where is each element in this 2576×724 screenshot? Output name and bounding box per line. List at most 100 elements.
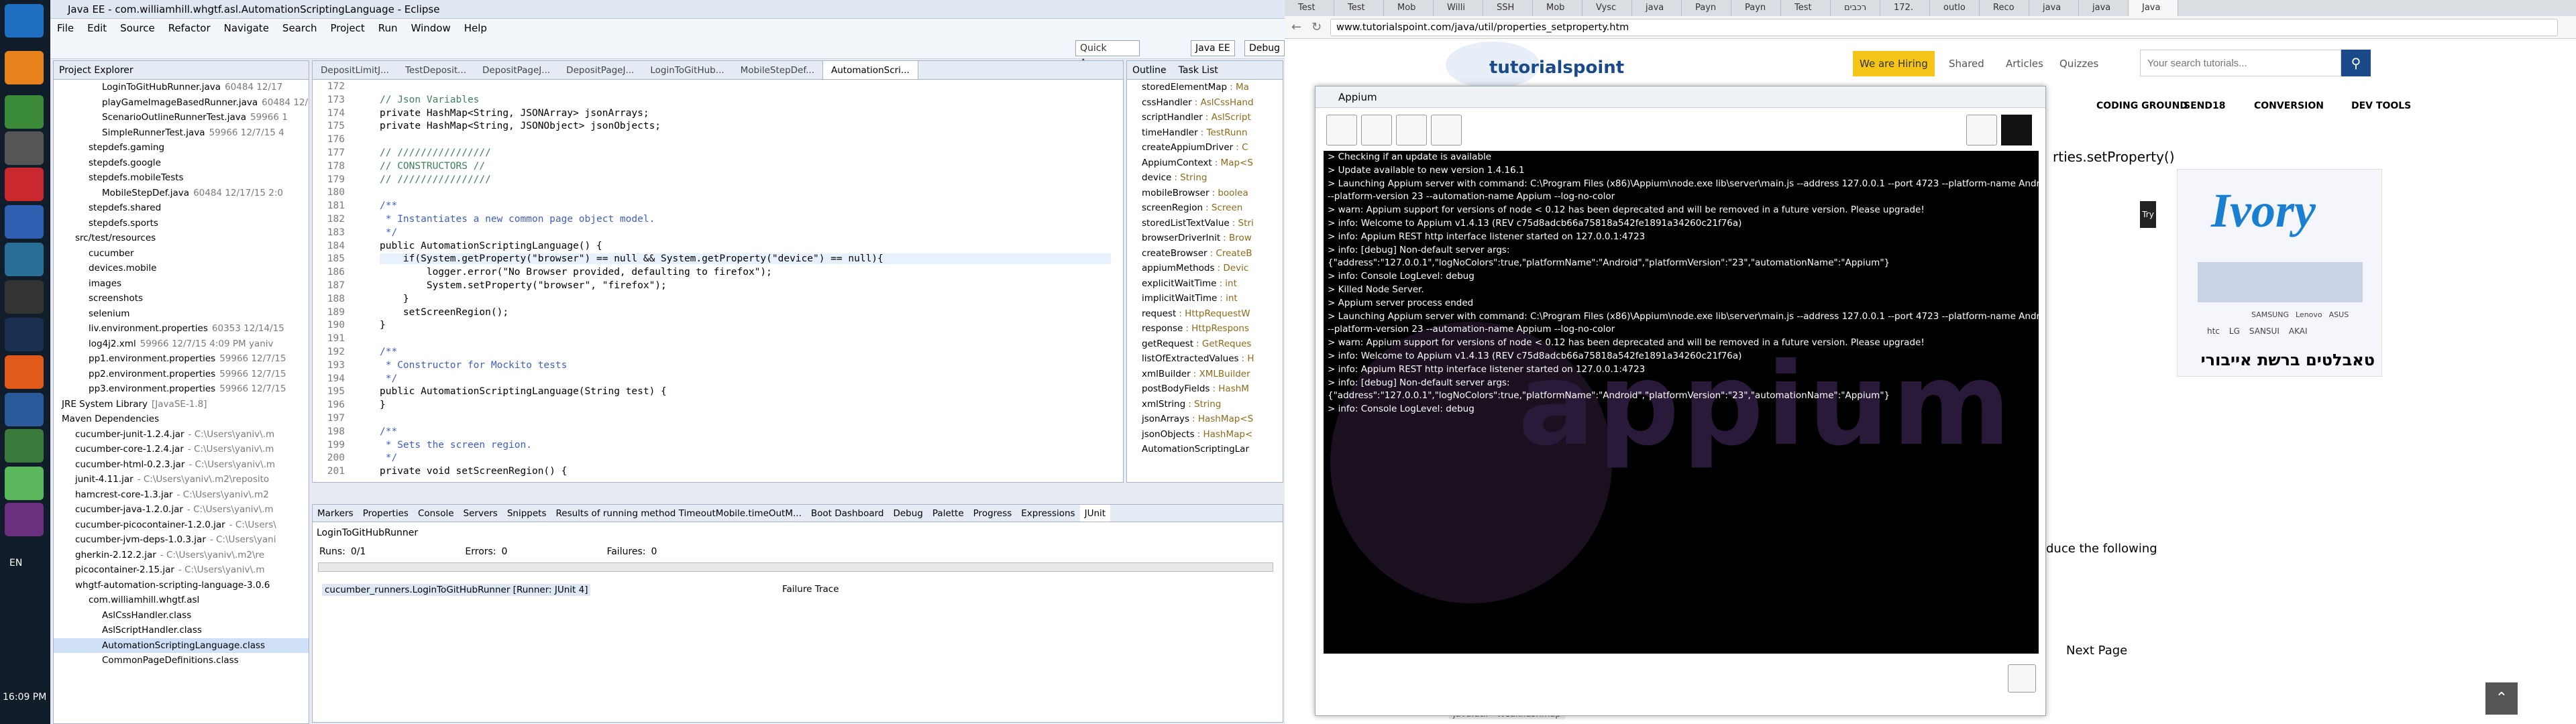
- outline-item[interactable]: device: String: [1127, 170, 1283, 186]
- tool-icon[interactable]: [5, 131, 44, 165]
- outline-item[interactable]: AppiumContext: Map<S: [1127, 156, 1283, 171]
- stop-icon[interactable]: [2001, 115, 2032, 145]
- browser-tab[interactable]: java: [2079, 0, 2129, 16]
- editor-tab[interactable]: DepositLimitJ...: [313, 61, 397, 79]
- site-logo[interactable]: tutorialspoint: [1489, 58, 1624, 78]
- tree-item[interactable]: ScenarioOutlineRunnerTest.java 59966 1: [54, 110, 309, 125]
- tree-item[interactable]: SimpleRunnerTest.java 59966 12/7/15 4: [54, 125, 309, 141]
- tree-item[interactable]: stepdefs.shared: [54, 200, 309, 216]
- editor-tab-active[interactable]: AutomationScri...: [822, 61, 918, 79]
- bottom-tab[interactable]: Boot Dashboard: [806, 505, 889, 522]
- tree-item[interactable]: screenshots: [54, 291, 309, 306]
- url-input[interactable]: www.tutorialspoint.com/java/util/propert…: [1330, 19, 2558, 36]
- junit-test-item[interactable]: cucumber_runners.LoginToGitHubRunner [Ru…: [322, 584, 591, 596]
- menu-file[interactable]: File: [57, 19, 74, 38]
- tree-item[interactable]: Maven Dependencies: [54, 412, 309, 427]
- editor-tab[interactable]: DepositPageJ...: [558, 61, 642, 79]
- browser-tab[interactable]: Reco: [1980, 0, 2029, 16]
- bottom-tab[interactable]: Markers: [313, 505, 358, 522]
- menu-navigate[interactable]: Navigate: [224, 19, 269, 38]
- menu-source[interactable]: Source: [120, 19, 155, 38]
- appium-icon[interactable]: [5, 503, 44, 536]
- menu-edit[interactable]: Edit: [87, 19, 107, 38]
- download-icon[interactable]: [5, 429, 44, 463]
- tree-item[interactable]: selenium: [54, 306, 309, 322]
- bottom-tab[interactable]: Palette: [928, 505, 969, 522]
- browser-tab[interactable]: java: [1632, 0, 1682, 16]
- help-icon[interactable]: [1431, 115, 1462, 145]
- outline-item[interactable]: response: HttpRespons: [1127, 321, 1283, 337]
- perspective-debug[interactable]: Debug: [1244, 40, 1285, 56]
- outline-item[interactable]: implicitWaitTime: int: [1127, 291, 1283, 306]
- tab-task-list[interactable]: Task List: [1179, 61, 1218, 79]
- db-icon[interactable]: [5, 243, 44, 276]
- outline-item[interactable]: createBrowser: CreateB: [1127, 246, 1283, 261]
- outline-item[interactable]: appiumMethods: Devic: [1127, 261, 1283, 276]
- gear-icon[interactable]: [1361, 115, 1392, 145]
- code-area[interactable]: 172 173 // Json Variables 174 private HashMa…: [313, 81, 1111, 482]
- tree-item[interactable]: stepdefs.google: [54, 156, 309, 171]
- outline-item[interactable]: mobileBrowser: boolea: [1127, 186, 1283, 201]
- tree-item[interactable]: MobileStepDef.java 60484 12/17/15 2:0: [54, 186, 309, 201]
- user-icon[interactable]: [1396, 115, 1427, 145]
- scroll-top-icon[interactable]: ⌃: [2485, 682, 2518, 715]
- vs-icon[interactable]: [5, 168, 44, 201]
- shared-link[interactable]: Shared: [1949, 58, 1984, 70]
- outline-item[interactable]: AutomationScriptingLar: [1127, 442, 1283, 457]
- tree-item[interactable]: src/test/resources: [54, 231, 309, 246]
- tree-item[interactable]: cucumber-html-0.2.3.jar - C:\Users\yaniv\…: [54, 457, 309, 473]
- menu-project[interactable]: Project: [330, 19, 364, 38]
- tab-outline[interactable]: Outline: [1132, 61, 1167, 79]
- tree-item[interactable]: cucumber: [54, 246, 309, 261]
- bottom-tab[interactable]: Properties: [358, 505, 413, 522]
- nav-send18[interactable]: SEND18: [2184, 101, 2225, 111]
- trash-icon[interactable]: [2008, 664, 2036, 692]
- tree-item[interactable]: stepdefs.gaming: [54, 140, 309, 156]
- bottom-tab[interactable]: Expressions: [1016, 505, 1079, 522]
- android-icon[interactable]: [5, 467, 44, 500]
- outline-item[interactable]: storedListTextValue: Stri: [1127, 216, 1283, 231]
- outline-item[interactable]: jsonArrays: HashMap<S: [1127, 412, 1283, 427]
- tree-item[interactable]: cucumber-junit-1.2.4.jar - C:\Users\yaniv…: [54, 427, 309, 442]
- eclipse-icon[interactable]: [5, 280, 44, 314]
- tree-item[interactable]: pp3.environment.properties 59966 12/7/15: [54, 381, 309, 397]
- menu-window[interactable]: Window: [411, 19, 451, 38]
- tree-item[interactable]: stepdefs.mobileTests: [54, 170, 309, 186]
- tree-item[interactable]: playGameImageBasedRunner.java 60484 12/: [54, 95, 309, 111]
- outline-item[interactable]: createAppiumDriver: C: [1127, 140, 1283, 156]
- browser-tab[interactable]: Payn: [1731, 0, 1781, 16]
- inspector-icon[interactable]: [1966, 115, 1997, 145]
- tree-item[interactable]: stepdefs.sports: [54, 216, 309, 231]
- menu-refactor[interactable]: Refactor: [168, 19, 211, 38]
- try-it-button[interactable]: Try it: [2140, 201, 2156, 246]
- tree-item[interactable]: picocontainer-2.15.jar - C:\Users\yaniv\.…: [54, 562, 309, 578]
- browser-tab[interactable]: Test: [1781, 0, 1831, 16]
- tree-item[interactable]: JRE System Library [JavaSE-1.8]: [54, 397, 309, 412]
- tree-item[interactable]: CommonPageDefinitions.class: [54, 653, 309, 668]
- browser-tab[interactable]: Payn: [1682, 0, 1731, 16]
- editor-tab[interactable]: MobileStepDef...: [733, 61, 822, 79]
- outline-item[interactable]: jsonObjects: HashMap<: [1127, 427, 1283, 442]
- browser-tab[interactable]: 172.: [1880, 0, 1930, 16]
- start-icon[interactable]: [5, 4, 44, 38]
- outline-item[interactable]: explicitWaitTime: int: [1127, 276, 1283, 292]
- outline-item[interactable]: storedElementMap: Ma: [1127, 80, 1283, 95]
- search-icon[interactable]: ⚲: [2341, 50, 2371, 76]
- tree-item[interactable]: log4j2.xml 59966 12/7/15 4:09 PM yaniv: [54, 337, 309, 352]
- menu-help[interactable]: Help: [464, 19, 487, 38]
- outline-item[interactable]: postBodyFields: HashM: [1127, 381, 1283, 397]
- bottom-tab[interactable]: JUnit: [1079, 505, 1111, 522]
- outline-item[interactable]: xmlBuilder: XMLBuilder: [1127, 367, 1283, 382]
- tree-item[interactable]: gherkin-2.12.2.jar - C:\Users\yaniv\.m2\r…: [54, 548, 309, 563]
- bottom-tab[interactable]: Snippets: [502, 505, 551, 522]
- tree-item[interactable]: junit-4.11.jar - C:\Users\yaniv\.m2\repos…: [54, 472, 309, 487]
- tree-item[interactable]: whgtf-automation-scripting-language-3.0.…: [54, 578, 309, 593]
- tree-item[interactable]: AutomationScriptingLanguage.class: [54, 638, 309, 653]
- tree-item[interactable]: liv.environment.properties 60353 12/14/15: [54, 321, 309, 337]
- tree-item[interactable]: cucumber-core-1.2.4.jar - C:\Users\yaniv\…: [54, 442, 309, 457]
- perspective-java-ee[interactable]: Java EE: [1191, 40, 1235, 56]
- tree-item[interactable]: hamcrest-core-1.3.jar - C:\Users\yaniv\.m…: [54, 487, 309, 503]
- explorer-icon[interactable]: [5, 318, 44, 351]
- bottom-tab[interactable]: Results of running method TimeoutMobile.…: [551, 505, 806, 522]
- articles-link[interactable]: Articles: [2006, 58, 2043, 70]
